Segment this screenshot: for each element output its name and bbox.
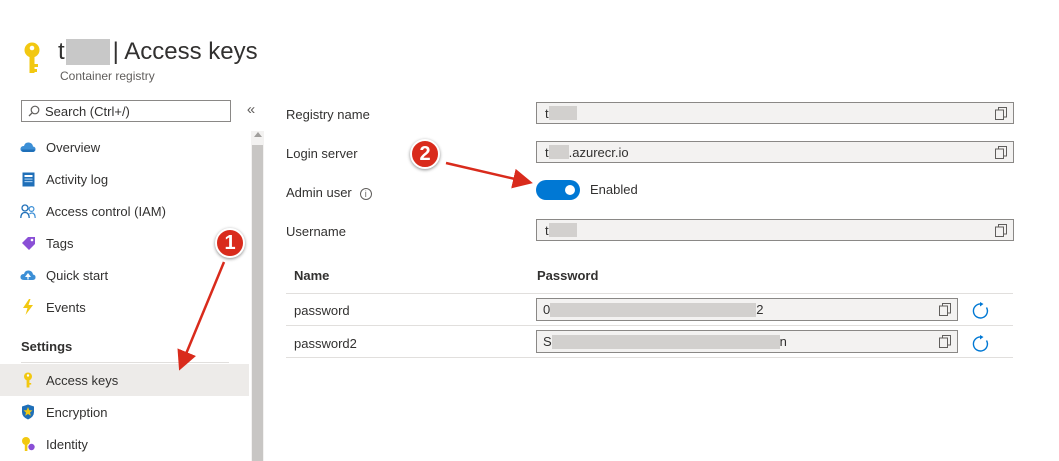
sidebar-item-label: Overview (46, 139, 101, 155)
password-value-end: 2 (756, 302, 764, 317)
sidebar-item-label: Access keys (46, 372, 119, 388)
sidebar-item-label: Identity (46, 436, 88, 452)
page-subtitle: Container registry (60, 69, 155, 83)
password2-value-end: n (779, 334, 787, 349)
sidebar-item-events[interactable]: Events (0, 291, 249, 323)
redacted-text (551, 334, 780, 349)
password2-value-start: S (543, 334, 552, 349)
sidebar-search-input[interactable]: Search (Ctrl+/) (21, 100, 231, 122)
arrow-to-admin-toggle (445, 161, 533, 189)
password-value-start: 0 (543, 302, 551, 317)
people-icon (20, 203, 36, 219)
registry-name-field[interactable]: t (536, 102, 1014, 124)
redacted-text (548, 145, 569, 159)
collapse-sidebar-button[interactable]: « (244, 101, 258, 118)
admin-user-state: Enabled (590, 182, 638, 197)
sidebar-item-label: Tags (46, 235, 74, 251)
password-name: password (294, 303, 350, 318)
sidebar-item-access-keys[interactable]: Access keys (0, 364, 249, 396)
page-title: t | Access keys (58, 38, 258, 66)
password2-field[interactable]: S n (536, 330, 958, 353)
regenerate-icon[interactable] (972, 335, 990, 353)
username-field[interactable]: t (536, 219, 1014, 241)
login-server-label: Login server (286, 146, 358, 161)
sidebar-item-activity-log[interactable]: Activity log (0, 163, 249, 195)
copy-icon[interactable] (939, 335, 951, 348)
annotation-badge-1: 1 (215, 228, 245, 258)
activity-log-icon (20, 171, 36, 187)
admin-user-label: Admin user (286, 185, 352, 200)
redacted-registry-name (65, 39, 110, 65)
registry-name-label: Registry name (286, 107, 370, 122)
shield-icon (20, 404, 36, 420)
column-header-password: Password (537, 268, 599, 283)
identity-key-icon (20, 436, 36, 452)
sidebar-item-label: Activity log (46, 171, 109, 187)
search-icon (28, 105, 40, 117)
copy-icon[interactable] (995, 224, 1007, 237)
sidebar-item-label: Events (46, 299, 86, 315)
scroll-up-arrow-icon[interactable] (254, 132, 262, 137)
column-header-name: Name (294, 268, 330, 283)
title-registry-initial: t (58, 38, 65, 65)
search-placeholder: Search (Ctrl+/) (45, 103, 130, 119)
copy-icon[interactable] (995, 146, 1007, 159)
login-server-suffix: .azurecr.io (568, 144, 629, 160)
username-label: Username (286, 224, 346, 239)
regenerate-icon[interactable] (972, 302, 990, 320)
sidebar-item-label: Access control (IAM) (46, 203, 166, 219)
sidebar-item-quick-start[interactable]: Quick start (0, 259, 249, 291)
table-divider (286, 357, 1013, 358)
copy-icon[interactable] (939, 303, 951, 316)
copy-icon[interactable] (995, 107, 1007, 120)
admin-user-toggle[interactable] (536, 180, 580, 200)
annotation-badge-2: 2 (410, 139, 440, 169)
quick-start-cloud-icon (20, 267, 36, 283)
sidebar-item-identity[interactable]: Identity (0, 428, 249, 460)
overview-cloud-icon (20, 139, 36, 155)
sidebar-section-settings: Settings (21, 339, 73, 354)
sidebar-item-encryption[interactable]: Encryption (0, 396, 249, 428)
scrollbar-thumb[interactable] (252, 145, 263, 461)
info-icon[interactable]: i (359, 187, 372, 200)
redacted-text (548, 106, 577, 120)
table-divider (286, 325, 1013, 326)
sidebar-item-label: Encryption (46, 404, 108, 420)
sidebar-item-tags[interactable]: Tags (0, 227, 249, 259)
sidebar-item-overview[interactable]: Overview (0, 131, 249, 163)
lightning-icon (20, 299, 36, 315)
page-header: t | Access keys Container registry (0, 0, 1059, 95)
sidebar-item-access-control[interactable]: Access control (IAM) (0, 195, 249, 227)
redacted-text (548, 223, 577, 237)
key-icon (24, 42, 40, 73)
table-divider (286, 293, 1013, 294)
login-server-field[interactable]: t .azurecr.io (536, 141, 1014, 163)
sidebar-item-label: Quick start (46, 267, 109, 283)
toggle-knob (565, 185, 575, 195)
title-blade-name: | Access keys (112, 38, 258, 65)
section-divider (21, 362, 229, 363)
tag-icon (20, 235, 36, 251)
password2-name: password2 (294, 336, 357, 351)
redacted-text (550, 302, 757, 317)
admin-user-label-group: Admin user i (286, 185, 372, 200)
key-icon (20, 372, 36, 388)
password-field[interactable]: 0 2 (536, 298, 958, 321)
